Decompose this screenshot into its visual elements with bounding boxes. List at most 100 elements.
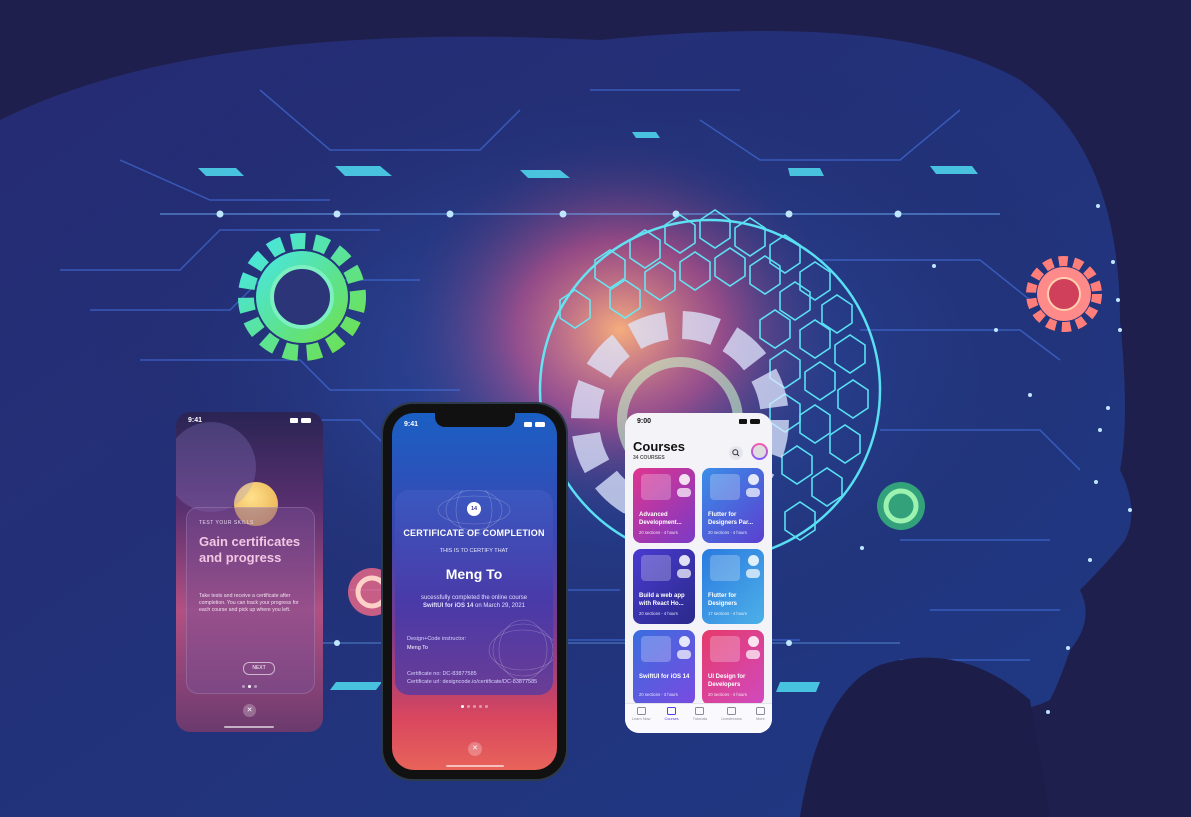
course-card[interactable]: Build a web app with React Ho... 20 secti… bbox=[633, 549, 695, 624]
onboarding-card: TEST YOUR SKILLS Gain certificates and p… bbox=[186, 507, 315, 694]
tab-more[interactable]: More bbox=[755, 707, 765, 733]
course-logo-icon bbox=[748, 555, 759, 566]
tab-label: Livestreams bbox=[721, 717, 742, 721]
page-dot[interactable] bbox=[485, 705, 488, 708]
certificate-url: Certificate url: designcode.io/certifica… bbox=[407, 679, 538, 685]
course-logo-icon bbox=[679, 555, 690, 566]
monitor-icon bbox=[727, 707, 737, 715]
home-icon bbox=[636, 707, 646, 715]
page-title: Courses bbox=[633, 439, 686, 454]
next-button[interactable]: NEXT bbox=[243, 662, 275, 675]
page-indicator[interactable] bbox=[461, 705, 488, 708]
course-title: Build a web app with React Ho... bbox=[639, 593, 685, 607]
course-meta: 20 sections - 4 hours bbox=[639, 611, 678, 616]
course-illustration bbox=[641, 474, 671, 500]
page-dot[interactable] bbox=[242, 685, 245, 688]
home-indicator bbox=[446, 765, 504, 767]
text-prefix: sucessfully completed the online course bbox=[420, 595, 528, 601]
page-dot[interactable] bbox=[479, 705, 482, 708]
cube-icon bbox=[695, 707, 705, 715]
course-count: 34 COURSES bbox=[633, 455, 665, 461]
certificate-screen: 9:41 14 CERTIFICATE OF COMPLETION THIS I… bbox=[392, 413, 557, 770]
signal-icon bbox=[739, 418, 747, 424]
certificate-badge: 14 bbox=[467, 502, 481, 516]
grid-icon bbox=[667, 707, 677, 715]
text-suffix: on March 29, 2021 bbox=[473, 603, 526, 609]
certificate-card[interactable]: 14 CERTIFICATE OF COMPLETION THIS IS TO … bbox=[395, 490, 553, 695]
instructor-avatars bbox=[746, 488, 760, 497]
tab-learn-now[interactable]: Learn Now bbox=[632, 707, 650, 733]
battery-icon bbox=[750, 418, 760, 424]
signal-icon bbox=[524, 421, 532, 427]
instructor-name: Meng To bbox=[407, 645, 428, 651]
course-illustration bbox=[710, 555, 740, 581]
instructor-avatars bbox=[677, 650, 691, 659]
course-card[interactable]: Flutter for Designers Par... 20 sections … bbox=[702, 468, 764, 543]
instructor-avatars bbox=[746, 569, 760, 578]
avatar[interactable] bbox=[751, 443, 768, 460]
battery-icon bbox=[535, 421, 545, 427]
course-meta: 17 sections - 4 hours bbox=[708, 611, 747, 616]
page-dot[interactable] bbox=[473, 705, 476, 708]
instructor-label: Design+Code instructor: bbox=[407, 636, 467, 642]
course-name: SwiftUI for iOS 14 bbox=[422, 603, 474, 609]
course-title: Flutter for Designers Par... bbox=[708, 512, 754, 526]
status-time: 9:41 bbox=[404, 420, 419, 428]
course-logo-icon bbox=[679, 636, 690, 647]
course-title: Flutter for Designers bbox=[708, 593, 738, 607]
course-illustration bbox=[710, 636, 740, 662]
status-bar: 9:00 bbox=[625, 413, 772, 429]
recipient-name: Meng To bbox=[445, 566, 503, 582]
course-card[interactable]: Flutter for Designers 17 sections - 4 hou… bbox=[702, 549, 764, 624]
course-meta: 20 sections - 4 hours bbox=[639, 530, 678, 535]
page-dot[interactable] bbox=[254, 685, 257, 688]
certificate-title: CERTIFICATE OF COMPLETION bbox=[403, 528, 545, 538]
tab-courses[interactable]: Courses bbox=[665, 707, 679, 733]
guilloche-pattern bbox=[437, 490, 553, 681]
tab-label: Courses bbox=[664, 717, 679, 721]
page-dot[interactable] bbox=[467, 705, 470, 708]
card-body: Take tests and receive a certificate aft… bbox=[199, 593, 299, 613]
tab-label: Tutorials bbox=[692, 717, 708, 721]
courses-screen: 9:00 Courses 34 COURSES Advanced Develop… bbox=[625, 413, 772, 733]
ring-green-icon bbox=[877, 482, 925, 530]
certificate-subtitle: THIS IS TO CERTIFY THAT bbox=[439, 548, 509, 554]
certificate-number: Certificate no: DC-83877585 bbox=[407, 671, 477, 677]
instructor-avatars bbox=[677, 569, 691, 578]
course-logo-icon bbox=[748, 474, 759, 485]
course-illustration bbox=[710, 474, 740, 500]
course-title: UI Design for Developers bbox=[708, 674, 746, 688]
course-meta: 20 sections - 3 hours bbox=[639, 692, 678, 697]
close-button[interactable]: ✕ bbox=[243, 704, 256, 717]
page-indicator[interactable] bbox=[242, 685, 257, 688]
card-title: Gain certificates and progress bbox=[199, 534, 301, 565]
certificate-text: sucessfully completed the online course … bbox=[411, 594, 537, 610]
course-card[interactable]: UI Design for Developers 20 sections - 4 … bbox=[702, 630, 764, 705]
search-button[interactable] bbox=[729, 446, 743, 460]
tab-label: More bbox=[756, 717, 765, 721]
signal-icon bbox=[290, 417, 298, 423]
status-bar: 9:41 bbox=[392, 416, 557, 432]
course-title: Advanced Development... bbox=[639, 512, 682, 526]
tab-tutorials[interactable]: Tutorials bbox=[693, 707, 707, 733]
onboarding-screen: 9:41 TEST YOUR SKILLS Gain certificates … bbox=[176, 412, 323, 732]
course-meta: 20 sections - 4 hours bbox=[708, 530, 747, 535]
page-dot-active[interactable] bbox=[248, 685, 251, 688]
tab-bar: Learn Now Courses Tutorials Livestreams More bbox=[625, 703, 772, 733]
tab-livestreams[interactable]: Livestreams bbox=[721, 707, 742, 733]
course-card[interactable]: Advanced Development... 20 sections - 4 h… bbox=[633, 468, 695, 543]
instructor-avatars bbox=[746, 650, 760, 659]
page-dot-active[interactable] bbox=[461, 705, 464, 708]
status-time: 9:00 bbox=[637, 417, 652, 425]
course-logo-icon bbox=[748, 636, 759, 647]
close-button[interactable]: ✕ bbox=[468, 742, 482, 756]
battery-icon bbox=[301, 417, 311, 423]
card-kicker: TEST YOUR SKILLS bbox=[199, 520, 254, 526]
home-indicator bbox=[224, 726, 274, 728]
course-card[interactable]: SwiftUI for iOS 14 20 sections - 3 hours bbox=[633, 630, 695, 705]
course-logo-icon bbox=[679, 474, 690, 485]
more-icon bbox=[755, 707, 765, 715]
search-icon bbox=[732, 449, 740, 457]
close-icon: ✕ bbox=[246, 707, 253, 714]
course-title: SwiftUI for iOS 14 bbox=[639, 674, 690, 680]
